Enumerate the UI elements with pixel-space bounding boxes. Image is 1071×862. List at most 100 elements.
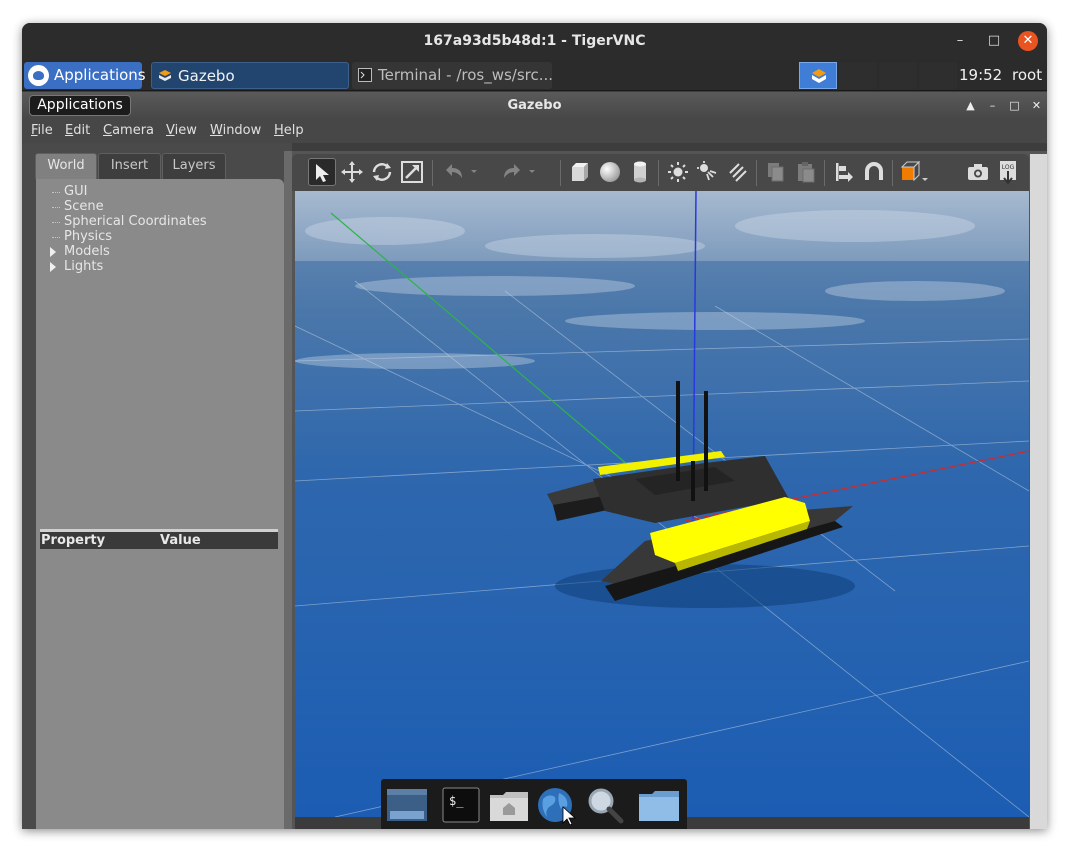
menu-label: elp: [283, 123, 304, 138]
undo-icon[interactable]: [438, 158, 477, 186]
directional-light-icon[interactable]: [724, 158, 752, 186]
taskbar-item-label: Terminal - /ros_ws/src...: [378, 66, 552, 84]
gazebo-icon: [812, 69, 826, 83]
menu-label: indow: [222, 123, 262, 138]
applications-menu-button[interactable]: Applications: [24, 62, 146, 89]
tree-connector: [52, 222, 60, 223]
translate-icon[interactable]: [338, 158, 366, 186]
3d-viewport[interactable]: [295, 191, 1029, 817]
menu-camera[interactable]: Camera: [103, 119, 154, 143]
point-light-icon[interactable]: [664, 158, 692, 186]
clock[interactable]: 19:52: [959, 60, 1002, 91]
redo-icon[interactable]: [496, 158, 535, 186]
tree-connector: [52, 207, 60, 208]
taskbar-item-label: Gazebo: [178, 67, 235, 85]
spot-light-icon[interactable]: [694, 158, 722, 186]
panel-splitter[interactable]: [284, 151, 292, 829]
tab-label: Insert: [110, 158, 149, 173]
terminal-icon: [358, 68, 372, 82]
menu-label: dit: [73, 123, 91, 138]
select-icon[interactable]: [308, 158, 336, 186]
minimize-icon[interactable]: –: [984, 97, 1001, 114]
expand-arrow-icon[interactable]: [50, 262, 56, 272]
menu-mnemonic: C: [103, 123, 113, 138]
taskbar-item-gazebo[interactable]: Gazebo: [151, 62, 349, 89]
tab-label: World: [47, 158, 85, 173]
vnc-title-bar: 167a93d5b48d:1 - TigerVNC: [22, 23, 1047, 60]
toolbar-separator: [756, 160, 757, 186]
toolbar-separator: [432, 160, 433, 186]
workspace-2-button[interactable]: [839, 62, 877, 89]
home-folder-icon[interactable]: [487, 785, 531, 825]
value-column-header: Value: [160, 533, 201, 548]
expand-arrow-icon[interactable]: [50, 247, 56, 257]
left-panel: World Insert Layers GUI Scene Spherical …: [22, 143, 292, 829]
menu-window[interactable]: Window: [210, 119, 261, 143]
toolbar-separator: [892, 160, 893, 186]
gazebo-title-bar: Gazebo: [22, 92, 1047, 119]
right-scrollbar[interactable]: [1030, 154, 1047, 829]
tree-connector: [52, 192, 60, 193]
xfce-logo-icon: [28, 65, 49, 86]
shade-icon[interactable]: ▲: [962, 97, 979, 114]
tree-item-gui[interactable]: GUI: [64, 184, 87, 199]
menu-edit[interactable]: Edit: [65, 119, 90, 143]
gazebo-title: Gazebo: [507, 98, 562, 113]
align-icon[interactable]: [830, 158, 858, 186]
log-label: LOG: [1002, 164, 1015, 171]
vnc-title: 167a93d5b48d:1 - TigerVNC: [423, 33, 646, 49]
workspace-1-button[interactable]: [799, 62, 837, 89]
tree-item-lights[interactable]: Lights: [64, 259, 103, 274]
box-icon[interactable]: [566, 158, 594, 186]
sphere-icon[interactable]: [596, 158, 624, 186]
search-icon[interactable]: [583, 785, 627, 825]
taskbar: Applications Gazebo Terminal - /ros_ws/s…: [22, 60, 1047, 91]
tree-connector: [52, 237, 60, 238]
toolbar: LOG: [292, 154, 1029, 191]
taskbar-item-terminal[interactable]: Terminal - /ros_ws/src...: [352, 62, 552, 89]
snap-icon[interactable]: [860, 158, 888, 186]
tab-world[interactable]: World: [35, 153, 97, 179]
property-column-header: Property: [41, 533, 106, 548]
terminal-glyph: $_: [449, 794, 464, 808]
menu-view[interactable]: View: [166, 119, 197, 143]
world-tree: GUI Scene Spherical Coordinates Physics …: [36, 179, 284, 829]
user-label[interactable]: root: [1012, 60, 1042, 91]
paste-icon[interactable]: [792, 158, 820, 186]
menu-file[interactable]: File: [31, 119, 53, 143]
folder-icon[interactable]: [637, 785, 681, 825]
view-angle-icon[interactable]: [898, 158, 928, 186]
terminal-icon[interactable]: $_: [439, 785, 483, 825]
desktop-icon[interactable]: [385, 785, 429, 825]
tab-layers[interactable]: Layers: [162, 153, 226, 179]
tree-item-models[interactable]: Models: [64, 244, 110, 259]
log-icon[interactable]: LOG: [994, 158, 1022, 186]
rotate-icon[interactable]: [368, 158, 396, 186]
toolbar-separator: [560, 160, 561, 186]
maximize-icon[interactable]: □: [1006, 97, 1023, 114]
vnc-window: 167a93d5b48d:1 - TigerVNC – □ ✕ Applicat…: [22, 23, 1047, 829]
menu-help[interactable]: Help: [274, 119, 304, 143]
tree-item-physics[interactable]: Physics: [64, 229, 112, 244]
workspace-3-button[interactable]: [879, 62, 917, 89]
menu-mnemonic: W: [210, 123, 223, 138]
minimize-icon[interactable]: –: [950, 31, 970, 51]
menu-mnemonic: E: [65, 123, 74, 138]
scale-icon[interactable]: [398, 158, 426, 186]
close-icon[interactable]: ✕: [1028, 97, 1045, 114]
close-icon[interactable]: ✕: [1018, 31, 1038, 51]
toolbar-separator: [658, 160, 659, 186]
tree-item-spherical-coordinates[interactable]: Spherical Coordinates: [64, 214, 207, 229]
maximize-icon[interactable]: □: [984, 31, 1004, 51]
screenshot-icon[interactable]: [964, 158, 992, 186]
web-browser-icon[interactable]: [535, 785, 579, 825]
cylinder-icon[interactable]: [626, 158, 654, 186]
toolbar-separator: [824, 160, 825, 186]
dock: $_: [381, 779, 687, 829]
tree-item-scene[interactable]: Scene: [64, 199, 104, 214]
tab-insert[interactable]: Insert: [98, 153, 161, 179]
copy-icon[interactable]: [762, 158, 790, 186]
menu-label: amera: [112, 123, 155, 138]
menubar: File Edit Camera View Window Help: [22, 119, 1047, 143]
workspace-4-button[interactable]: [919, 62, 957, 89]
